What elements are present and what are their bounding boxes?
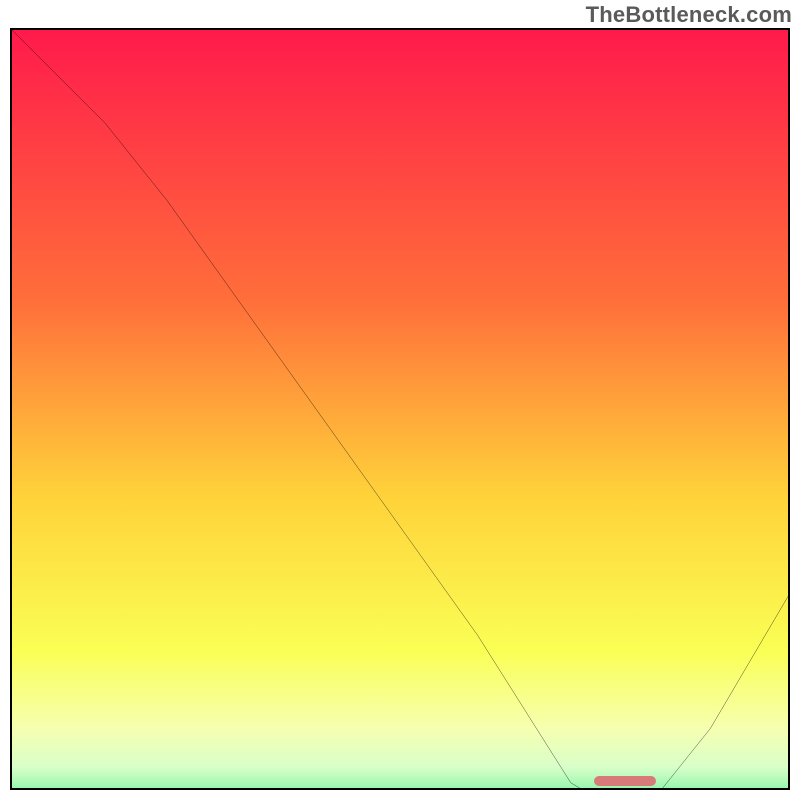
bottleneck-curve (12, 30, 788, 790)
optimum-marker (594, 776, 656, 786)
chart-container: TheBottleneck.com (0, 0, 800, 800)
watermark-text: TheBottleneck.com (586, 2, 792, 28)
plot-area (10, 28, 790, 790)
